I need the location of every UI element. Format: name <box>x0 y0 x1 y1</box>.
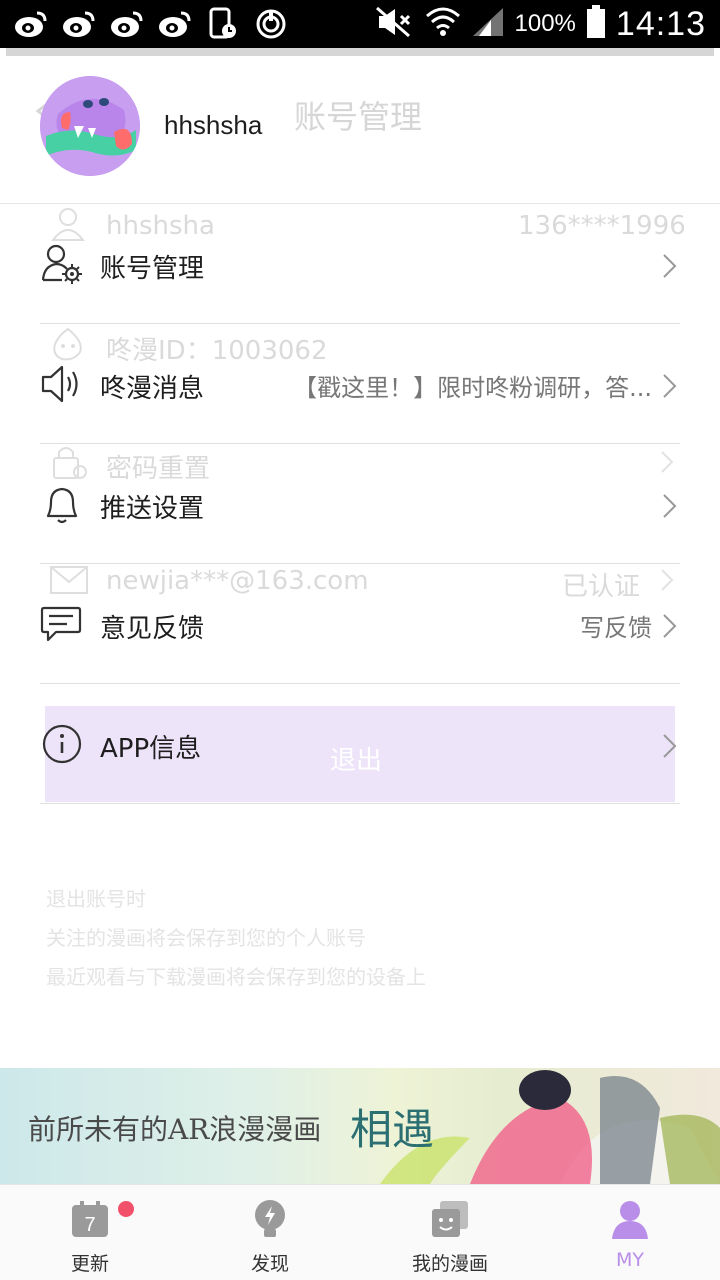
notification-icons <box>12 6 290 42</box>
wifi-icon <box>425 6 461 42</box>
tab-label: MY <box>616 1249 644 1271</box>
promo-banner[interactable]: 前所未有的AR浪漫漫画 相遇 <box>0 1068 720 1184</box>
note-line: 最近观看与下载漫画将会保存到您的设备上 <box>46 965 426 989</box>
person-icon <box>610 1199 650 1239</box>
signal-icon <box>471 6 505 42</box>
clock: 14:13 <box>615 4 706 43</box>
weibo-icon <box>60 6 98 42</box>
menu-label: 账号管理 <box>100 254 205 284</box>
logout-notes: 退出账号时 关注的漫画将会保存到您的个人账号 最近观看与下载漫画将会保存到您的设… <box>46 880 426 997</box>
mute-icon <box>375 6 415 42</box>
power-ring-icon <box>252 6 290 42</box>
status-bar-shadow <box>6 48 714 56</box>
battery-icon <box>586 5 606 43</box>
divider <box>40 803 680 804</box>
banner-highlight: 相遇 <box>350 1105 435 1154</box>
bell-icon <box>40 482 84 526</box>
speaker-icon <box>40 362 84 406</box>
menu-dongman-messages[interactable]: 咚漫消息 【戳这里！】限时咚粉调研，答... <box>40 324 680 444</box>
chevron-right-icon <box>660 612 680 640</box>
calendar-number: 7 <box>84 1214 95 1236</box>
info-icon <box>40 722 84 766</box>
chevron-right-icon <box>660 252 680 280</box>
comic-stack-icon <box>430 1199 470 1239</box>
ghost-page-title: 账号管理 <box>294 98 423 136</box>
bulb-icon <box>250 1199 290 1239</box>
banner-text: 前所未有的AR浪漫漫画 <box>28 1113 322 1146</box>
feedback-hint: 写反馈 <box>580 614 652 642</box>
menu-push-settings[interactable]: 推送设置 <box>40 444 680 564</box>
tab-discover[interactable]: 发现 <box>180 1185 360 1280</box>
tab-label: 更新 <box>70 1253 109 1275</box>
calendar-icon: 7 <box>70 1199 110 1239</box>
notification-dot <box>118 1201 134 1217</box>
menu-account-management[interactable]: 账号管理 <box>40 204 680 324</box>
tab-my[interactable]: MY <box>540 1185 720 1280</box>
profile-username: hhshsha <box>164 110 263 140</box>
tab-updates[interactable]: 7 更新 <box>0 1185 180 1280</box>
weibo-icon <box>156 6 194 42</box>
note-line: 关注的漫画将会保存到您的个人账号 <box>46 926 366 950</box>
tab-label: 发现 <box>250 1253 289 1275</box>
menu-label: 咚漫消息 <box>100 374 205 404</box>
menu-label: APP信息 <box>100 734 202 764</box>
chevron-right-icon <box>660 492 680 520</box>
menu-label: 推送设置 <box>100 494 205 524</box>
tab-my-comics[interactable]: 我的漫画 <box>360 1185 540 1280</box>
menu-label: 意见反馈 <box>100 614 205 644</box>
account-settings-icon <box>40 242 84 286</box>
system-status: 100% 14:13 <box>375 0 706 48</box>
phone-clock-icon <box>204 6 242 42</box>
avatar[interactable] <box>40 76 140 176</box>
mascot-avatar-icon <box>40 76 140 176</box>
bottom-tab-bar: 7 更新 发现 我的漫画 MY <box>0 1184 720 1280</box>
chevron-right-icon <box>660 372 680 400</box>
weibo-icon <box>108 6 146 42</box>
message-preview: 【戳这里！】限时咚粉调研，答... <box>293 374 652 402</box>
status-bar: 100% 14:13 <box>0 0 720 48</box>
note-line: 退出账号时 <box>46 887 146 911</box>
battery-percent: 100% <box>514 10 576 37</box>
weibo-icon <box>12 6 50 42</box>
menu-feedback[interactable]: 意见反馈 写反馈 <box>40 564 680 684</box>
feedback-icon <box>40 602 84 646</box>
chevron-right-icon <box>660 732 680 760</box>
tab-label: 我的漫画 <box>411 1253 488 1275</box>
menu-app-info[interactable]: APP信息 <box>40 684 680 804</box>
